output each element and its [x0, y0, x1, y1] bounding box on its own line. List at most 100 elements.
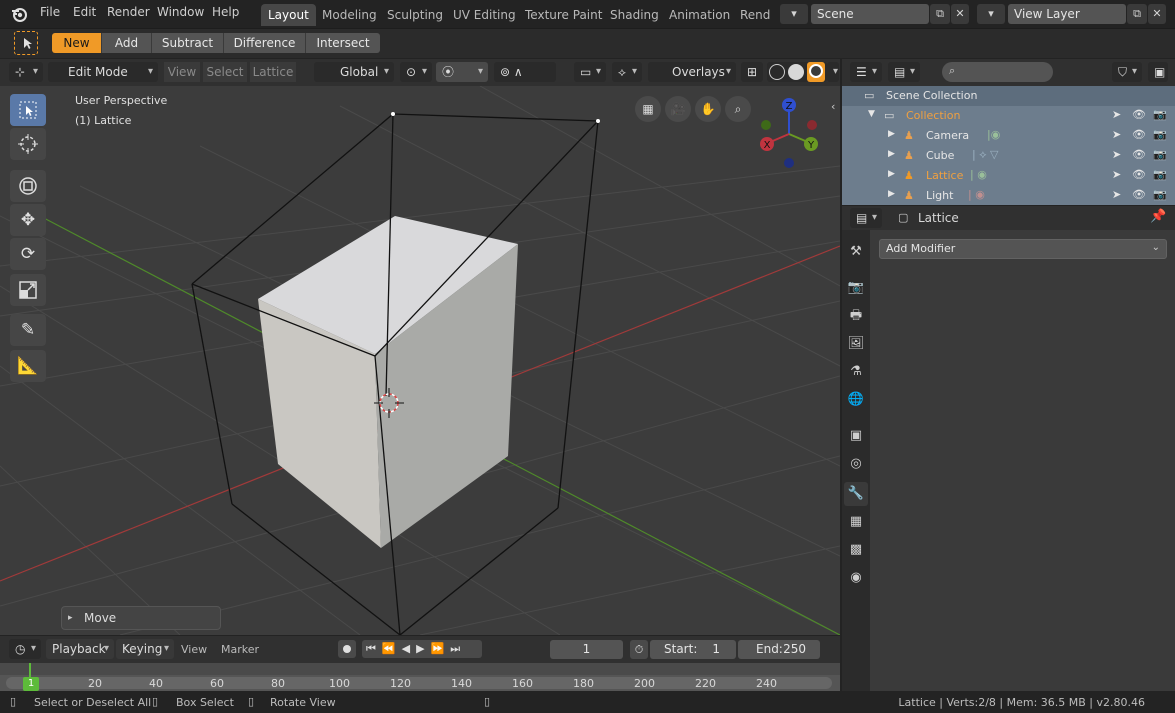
new-collection-icon[interactable]: ▣	[1148, 62, 1168, 82]
timeline-view-menu[interactable]: View	[181, 643, 207, 656]
transform-tool-icon[interactable]	[10, 170, 46, 202]
tab-layout[interactable]: Layout	[261, 4, 316, 26]
outliner-row-cube[interactable]: ▶ ♟ Cube | ⟡ ▽ ➤ 👁 📷	[842, 146, 1175, 166]
view-layer-close-icon[interactable]: ✕	[1148, 4, 1166, 24]
play-icon[interactable]: ▶	[416, 642, 430, 655]
expand-lattice-icon[interactable]: ▶	[888, 169, 895, 179]
mode-intersect-button[interactable]: Intersect	[306, 33, 380, 53]
select-box-icon[interactable]	[10, 94, 46, 126]
object-tab-icon[interactable]: ▣	[844, 424, 868, 448]
tab-animation[interactable]: Animation	[662, 4, 737, 26]
start-frame-field[interactable]: Start: 1	[650, 640, 736, 659]
menu-render[interactable]: Render	[107, 5, 150, 19]
output-tab-icon[interactable]: 🖶	[844, 304, 868, 328]
scene-tab-icon[interactable]: ⚗	[844, 360, 868, 384]
selectable-toggle-icon[interactable]: ➤	[1112, 188, 1121, 201]
outliner-row-lattice[interactable]: ▶ ♟ Lattice | ◉ ➤ 👁 📷	[842, 166, 1175, 186]
tab-uv-editing[interactable]: UV Editing	[446, 4, 523, 26]
world-tab-icon[interactable]: 🌐	[844, 388, 868, 412]
pin-icon[interactable]: 📌	[1150, 209, 1166, 224]
scale-tool-icon[interactable]	[10, 274, 46, 306]
visibility-toggle-icon[interactable]: 👁	[1132, 168, 1146, 181]
selectable-toggle-icon[interactable]: ➤	[1112, 168, 1121, 181]
expand-light-icon[interactable]: ▶	[888, 189, 895, 199]
camera-view-icon[interactable]: 🎥	[665, 96, 691, 122]
scene-name-field[interactable]: Scene	[811, 4, 929, 24]
view-layer-copy-icon[interactable]: ⧉	[1127, 4, 1147, 24]
move-tool-icon[interactable]: ✥	[10, 204, 46, 236]
expand-collection-icon[interactable]: ▼	[868, 109, 875, 119]
gizmo-icon[interactable]: ⟡ ▾	[612, 62, 642, 82]
visibility-toggle-icon[interactable]: 👁	[1132, 148, 1146, 161]
render-toggle-icon[interactable]: 📷	[1153, 168, 1167, 181]
render-toggle-icon[interactable]: 📷	[1153, 188, 1167, 201]
sidebar-toggle-icon[interactable]: ‹	[831, 100, 840, 114]
tool-tab-icon[interactable]: ⚒	[844, 240, 868, 264]
panel-expand-icon[interactable]: ▸	[68, 613, 73, 623]
menu-window[interactable]: Window	[157, 5, 204, 19]
menu-file[interactable]: File	[40, 5, 60, 19]
mode-new-button[interactable]: New	[52, 33, 102, 53]
mode-difference-button[interactable]: Difference	[224, 33, 306, 53]
solid-shading-icon[interactable]	[788, 64, 804, 80]
object-types-icon[interactable]: ▭ ▾	[574, 62, 606, 82]
outliner-row-camera[interactable]: ▶ ♟ Camera |◉ ➤ 👁 📷	[842, 126, 1175, 146]
material-shading-icon[interactable]	[807, 62, 825, 82]
tab-rendering[interactable]: Rende	[733, 4, 771, 26]
tab-texture-paint[interactable]: Texture Paint	[518, 4, 609, 26]
jump-start-icon[interactable]: ⏮	[366, 642, 382, 655]
blender-logo-icon[interactable]	[10, 5, 28, 23]
lattice-menu[interactable]: Lattice	[250, 62, 296, 82]
filter-icon[interactable]: ⛉ ▾	[1112, 62, 1142, 82]
timeline-editor-type-icon[interactable]: ◷ ▾	[9, 639, 41, 659]
mode-subtract-button[interactable]: Subtract	[152, 33, 224, 53]
snap-icon[interactable]: ⦿ ▾	[436, 62, 488, 82]
proportional-edit-icon[interactable]: ⊚ ∧	[494, 62, 556, 82]
pan-view-icon[interactable]: ✋	[695, 96, 721, 122]
last-operator-panel[interactable]: ▸ Move	[61, 606, 221, 630]
overlays-dropdown[interactable]: Overlays ▾	[648, 62, 736, 82]
expand-cube-icon[interactable]: ▶	[888, 149, 895, 159]
keying-dropdown[interactable]: Keying ▾	[116, 639, 174, 659]
annotate-tool-icon[interactable]: ✎	[10, 314, 46, 346]
jump-end-icon[interactable]: ⏭	[450, 642, 466, 655]
properties-editor-type-icon[interactable]: ▤ ▾	[850, 208, 882, 228]
toggle-perspective-icon[interactable]: ▦	[635, 96, 661, 122]
outliner-row-light[interactable]: ▶ ♟ Light | ◉ ➤ 👁 📷	[842, 186, 1175, 205]
menu-help[interactable]: Help	[212, 5, 239, 19]
tab-modeling[interactable]: Modeling	[315, 4, 384, 26]
selectable-toggle-icon[interactable]: ➤	[1112, 148, 1121, 161]
scene-copy-icon[interactable]: ⧉	[930, 4, 950, 24]
scene-close-icon[interactable]: ✕	[951, 4, 969, 24]
zoom-view-icon[interactable]: ⌕	[725, 96, 751, 122]
view-menu[interactable]: View	[164, 62, 200, 82]
prev-keyframe-icon[interactable]: ⏪	[382, 642, 402, 655]
shading-options-icon[interactable]: ▾	[827, 62, 839, 82]
add-modifier-dropdown[interactable]: Add Modifier ⌄	[879, 239, 1167, 259]
outliner-editor-type-icon[interactable]: ☰ ▾	[850, 62, 882, 82]
modifier-tab-icon[interactable]: 🔧	[844, 482, 868, 506]
visibility-toggle-icon[interactable]: 👁	[1132, 188, 1146, 201]
rotate-tool-icon[interactable]: ⟳	[10, 238, 46, 270]
tab-sculpting[interactable]: Sculpting	[380, 4, 450, 26]
view-layer-field[interactable]: View Layer	[1008, 4, 1126, 24]
display-mode-icon[interactable]: ▤ ▾	[888, 62, 920, 82]
wireframe-shading-icon[interactable]	[769, 64, 785, 80]
preview-range-icon[interactable]: ⏱	[630, 640, 648, 659]
current-frame-field[interactable]: 1	[550, 640, 623, 659]
outliner-row-scene-collection[interactable]: ▭ Scene Collection	[842, 86, 1175, 106]
3d-viewport[interactable]: Y X Z User Perspective (1) Lattice ▦ 🎥 ✋…	[0, 86, 840, 635]
texture-tab-icon[interactable]: ▩	[844, 538, 868, 562]
mode-add-button[interactable]: Add	[102, 33, 152, 53]
scene-browse-icon[interactable]: ▾	[780, 4, 808, 24]
playhead-frame-badge[interactable]: 1	[23, 677, 39, 691]
timeline-marker-menu[interactable]: Marker	[221, 643, 259, 656]
lattice-vertex-selected[interactable]	[391, 112, 395, 116]
view-layer-tab-icon[interactable]: 🖼	[844, 332, 868, 356]
measure-tool-icon[interactable]: 📐	[10, 350, 46, 382]
orientation-dropdown[interactable]: Global ▾	[314, 62, 394, 82]
next-keyframe-icon[interactable]: ⏩	[431, 642, 451, 655]
constraints-tab-icon[interactable]: ◉	[844, 566, 868, 590]
outliner-row-collection[interactable]: ▼ ▭ Collection ➤ 👁 📷	[842, 106, 1175, 126]
render-toggle-icon[interactable]: 📷	[1153, 128, 1167, 141]
